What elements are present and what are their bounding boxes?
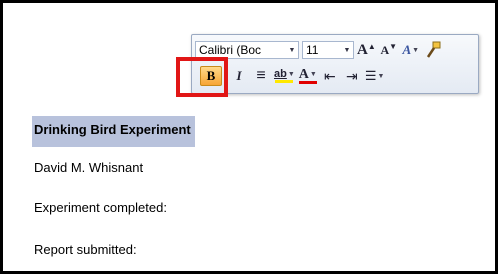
center-align-icon: ≡ — [256, 67, 266, 84]
font-color-icon: A — [298, 66, 309, 82]
increase-indent-button[interactable]: ⇥ — [343, 66, 361, 86]
italic-button[interactable]: I — [230, 66, 248, 86]
mini-toolbar: Calibri (Boc ▼ 11 ▼ A ▲ A ▼ A ▼ B I ≡ ab… — [191, 34, 479, 94]
chevron-down-icon[interactable]: ▼ — [286, 47, 298, 54]
document-report-submitted[interactable]: Report submitted: — [34, 242, 137, 257]
bullets-button[interactable]: ☰ ▼ — [365, 66, 385, 86]
italic-icon: I — [236, 68, 242, 83]
shrink-font-icon: A — [380, 42, 390, 57]
bullets-icon: ☰ — [364, 68, 377, 83]
highlight-icon: ab — [274, 68, 287, 80]
highlight-color-bar — [275, 80, 294, 83]
font-size-value: 11 — [306, 43, 319, 57]
bold-button-callout-box — [176, 57, 228, 97]
grow-font-button[interactable]: A ▲ — [357, 40, 376, 60]
document-author[interactable]: David M. Whisnant — [34, 160, 143, 175]
grow-font-icon: A — [357, 41, 368, 58]
styles-icon: A — [402, 42, 412, 57]
font-name-value: Calibri (Boc — [199, 43, 262, 57]
font-size-combo[interactable]: 11 ▼ — [302, 41, 354, 59]
shrink-font-button[interactable]: A ▼ — [380, 40, 398, 60]
document-experiment-completed[interactable]: Experiment completed: — [34, 200, 167, 215]
document-title-selected[interactable]: Drinking Bird Experiment — [32, 116, 195, 147]
font-color-button[interactable]: A ▼ — [299, 66, 317, 86]
font-color-bar — [298, 80, 317, 84]
center-align-button[interactable]: ≡ — [252, 66, 270, 86]
increase-indent-icon: ⇥ — [345, 67, 358, 84]
highlight-button[interactable]: ab ▼ — [274, 66, 295, 86]
styles-button[interactable]: A ▼ — [402, 40, 420, 60]
format-painter-button[interactable] — [424, 40, 442, 60]
format-painter-icon — [426, 41, 441, 58]
chevron-down-icon[interactable]: ▼ — [341, 47, 353, 54]
decrease-indent-button[interactable]: ⇤ — [321, 66, 339, 86]
decrease-indent-icon: ⇤ — [323, 67, 336, 84]
